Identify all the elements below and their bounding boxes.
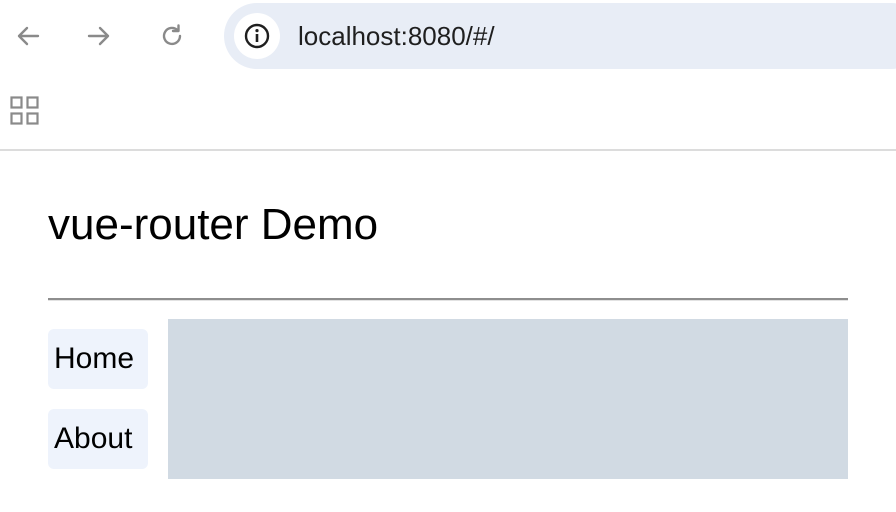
page-title: vue-router Demo: [48, 200, 379, 249]
arrow-right-icon: [87, 26, 110, 46]
reload-button[interactable]: [156, 20, 188, 52]
reload-icon: [162, 24, 182, 46]
bookmarks-bar: [0, 72, 896, 151]
router-view: [168, 319, 848, 479]
back-button[interactable]: [12, 20, 44, 52]
site-info-button[interactable]: [234, 13, 280, 59]
page-content: vue-router Demo Home About: [0, 153, 896, 512]
forward-button[interactable]: [83, 20, 115, 52]
nav-link-home[interactable]: Home: [48, 329, 148, 389]
nav-link-about[interactable]: About: [48, 409, 148, 469]
info-icon: [244, 23, 270, 49]
apps-grid-icon[interactable]: [10, 96, 40, 126]
url-text[interactable]: localhost:8080/#/: [298, 21, 495, 51]
arrow-left-icon: [17, 26, 40, 46]
divider: [48, 298, 848, 301]
address-bar[interactable]: localhost:8080/#/: [224, 3, 896, 69]
browser-toolbar: localhost:8080/#/: [0, 0, 896, 72]
